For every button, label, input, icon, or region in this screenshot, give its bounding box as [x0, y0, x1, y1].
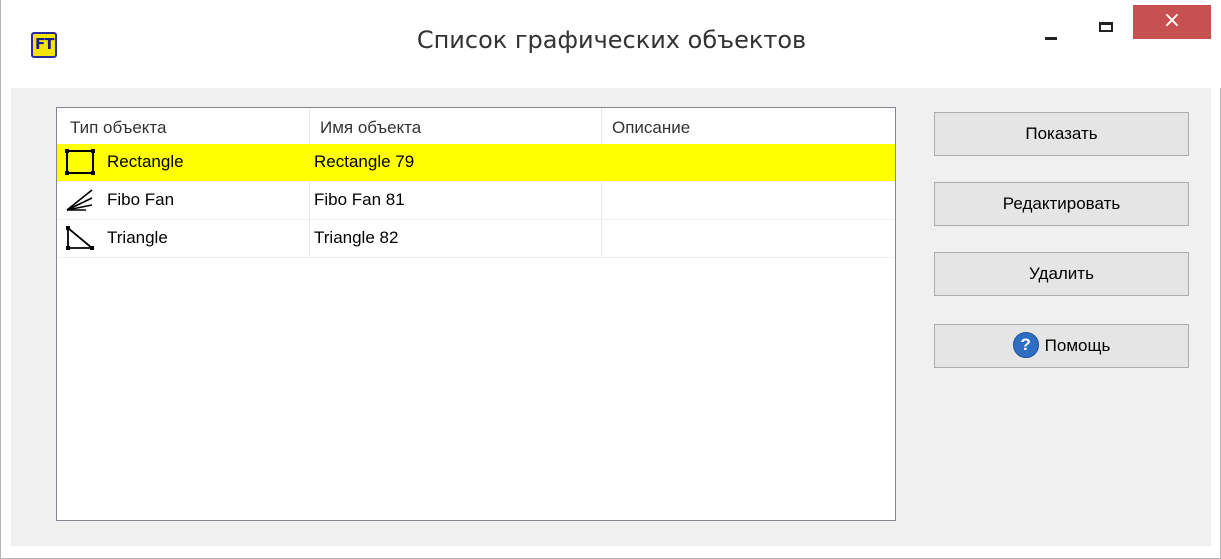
title-bar[interactable]: FT Список графических объектов × — [1, 0, 1221, 88]
delete-button[interactable]: Удалить — [934, 252, 1189, 296]
close-icon: × — [1162, 8, 1182, 33]
dialog-window: FT Список графических объектов × Тип объ… — [0, 0, 1221, 559]
help-icon: ? — [1012, 332, 1039, 359]
row-type: Fibo Fan — [107, 190, 175, 209]
rectangle-icon — [65, 149, 95, 175]
table-row[interactable]: Triangle Triangle 82 — [57, 220, 895, 258]
show-button[interactable]: Показать — [934, 112, 1189, 156]
fibo-fan-icon — [66, 189, 93, 211]
help-button-label: Помощь — [1044, 336, 1111, 355]
column-header-name[interactable]: Имя объекта — [320, 118, 421, 138]
list-header: Тип объекта Имя объекта Описание — [57, 108, 895, 144]
close-button[interactable]: × — [1133, 5, 1211, 39]
dialog-body: Тип объекта Имя объекта Описание Rectang… — [11, 88, 1211, 546]
help-button[interactable]: ? Помощь — [934, 324, 1189, 368]
column-header-type[interactable]: Тип объекта — [70, 118, 166, 138]
row-type: Rectangle — [107, 152, 184, 171]
row-name: Rectangle 79 — [314, 152, 415, 171]
column-header-description[interactable]: Описание — [612, 118, 690, 138]
minimize-button[interactable] — [1031, 12, 1071, 46]
row-name: Fibo Fan 81 — [314, 190, 405, 209]
objects-list[interactable]: Тип объекта Имя объекта Описание Rectang… — [56, 107, 896, 521]
table-row[interactable]: Fibo Fan Fibo Fan 81 — [57, 182, 895, 220]
table-row[interactable]: Rectangle Rectangle 79 — [57, 144, 895, 182]
maximize-button[interactable] — [1086, 12, 1126, 46]
triangle-icon — [66, 226, 95, 250]
row-name: Triangle 82 — [314, 228, 399, 247]
row-type: Triangle — [107, 228, 168, 247]
edit-button[interactable]: Редактировать — [934, 182, 1189, 226]
